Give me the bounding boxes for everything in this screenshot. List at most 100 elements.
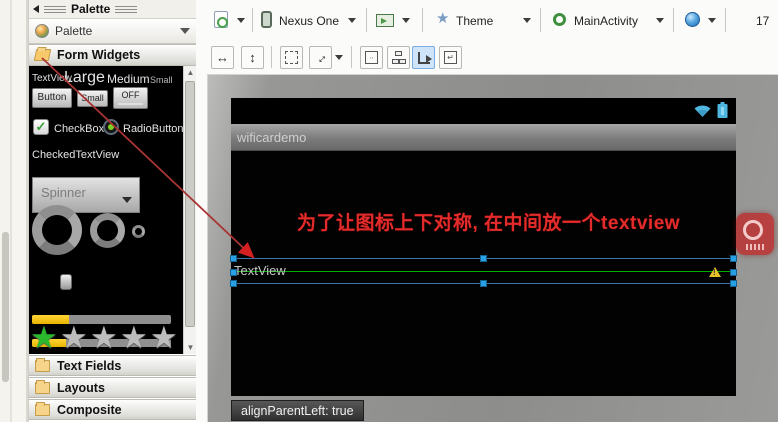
- resize-handle[interactable]: [480, 280, 487, 287]
- palette-tab-title: Palette: [71, 2, 111, 16]
- warning-icon: [709, 267, 721, 277]
- textview-selection[interactable]: TextView: [230, 255, 737, 287]
- ratingbar-star[interactable]: ★: [150, 322, 178, 353]
- activity-icon: [553, 13, 566, 26]
- widget-checkbox-label[interactable]: CheckBox: [54, 123, 104, 135]
- tab-decor-lines: [44, 5, 66, 13]
- ratingbar-star[interactable]: ★: [120, 322, 148, 353]
- ratingbar-star[interactable]: ★: [90, 322, 118, 353]
- android-robot-icon: [737, 11, 750, 26]
- device-dropdown-icon[interactable]: [348, 18, 356, 23]
- widget-medium-text[interactable]: Medium: [107, 72, 150, 86]
- outline-toggle-button[interactable]: [280, 46, 303, 69]
- tooltip-text: alignParentLeft: true: [241, 403, 354, 418]
- battery-icon: [717, 102, 728, 118]
- widget-button[interactable]: Button: [32, 88, 72, 108]
- config-icon: [214, 11, 228, 28]
- section-label: Text Fields: [57, 358, 122, 373]
- section-text-fields[interactable]: Text Fields: [29, 355, 196, 376]
- widget-progressbar-large[interactable]: [32, 205, 82, 255]
- section-label: Layouts: [57, 380, 105, 395]
- orientation-dropdown-icon[interactable]: [402, 18, 410, 23]
- open-folder-icon: [33, 49, 52, 61]
- folder-icon: [35, 357, 50, 372]
- android-version-button[interactable]: [737, 11, 750, 26]
- section-composite[interactable]: Composite: [29, 399, 196, 420]
- collapsed-view-strip[interactable]: [0, 0, 28, 422]
- device-selector[interactable]: Nexus One: [279, 14, 339, 28]
- scroll-up-icon[interactable]: ▲: [184, 66, 196, 79]
- widget-checkbox-icon[interactable]: ✓: [33, 119, 49, 135]
- adt-graphical-layout-editor: Palette Palette Form Widgets TextView La…: [0, 0, 778, 422]
- activity-dropdown-icon[interactable]: [656, 18, 664, 23]
- resize-handle[interactable]: [230, 280, 237, 287]
- fill-height-button[interactable]: ↕: [241, 46, 264, 69]
- strip-grab-handle[interactable]: [2, 232, 9, 382]
- locale-button[interactable]: [685, 12, 700, 27]
- toggle-indicator: [118, 103, 143, 105]
- api-level: 17: [756, 14, 770, 28]
- palette-icon: [35, 24, 49, 38]
- palette-view-row[interactable]: Palette: [29, 18, 196, 44]
- layout-editor-area: Nexus One ★ Theme MainActivity 17 ↔ ↕ ↔ …: [196, 0, 778, 422]
- palette-tab-header[interactable]: Palette: [29, 0, 196, 18]
- include-layout-button[interactable]: ↵: [439, 46, 462, 69]
- ratingbar-star-on[interactable]: ★: [30, 322, 58, 353]
- widget-progressbar-medium[interactable]: [90, 213, 125, 248]
- config-chooser-button[interactable]: [214, 11, 228, 28]
- scroll-down-icon[interactable]: ▼: [184, 341, 196, 354]
- palette-view-title: Palette: [55, 24, 93, 38]
- collapse-left-icon[interactable]: [33, 5, 39, 13]
- view-menu-icon[interactable]: [180, 28, 190, 34]
- activity-selector[interactable]: MainActivity: [574, 14, 638, 28]
- resize-handle[interactable]: [480, 255, 487, 262]
- expand-dropdown-icon[interactable]: [335, 55, 343, 60]
- section-layouts[interactable]: Layouts: [29, 377, 196, 398]
- widget-progressbar-small[interactable]: [132, 225, 145, 238]
- device-icon: [261, 11, 272, 28]
- canvas-toolbar: ↔ ↕ ↔ ∙∙ ↵: [196, 41, 778, 74]
- show-margins-button[interactable]: ∙∙: [360, 46, 383, 69]
- section-label: Form Widgets: [57, 48, 141, 62]
- resize-handle[interactable]: [230, 269, 237, 276]
- palette-panel: Palette Palette Form Widgets TextView La…: [28, 0, 196, 422]
- property-tooltip: alignParentLeft: true: [231, 400, 364, 421]
- widget-radiobutton-label[interactable]: RadioButton: [123, 123, 184, 135]
- config-dropdown-icon[interactable]: [237, 18, 245, 23]
- ratingbar-star[interactable]: ★: [60, 322, 88, 353]
- widget-toggle-button[interactable]: OFF: [113, 87, 148, 109]
- widget-large-text[interactable]: Large: [64, 69, 105, 87]
- design-canvas[interactable]: wificardemo 为了让图标上下对称, 在中间放一个textview Te…: [207, 74, 778, 422]
- fill-width-button[interactable]: ↔: [211, 46, 234, 69]
- orientation-button[interactable]: [376, 14, 394, 27]
- palette-scrollbar[interactable]: ▲ ▼: [183, 66, 196, 354]
- locale-dropdown-icon[interactable]: [708, 18, 716, 23]
- resize-handle[interactable]: [230, 255, 237, 262]
- theme-icon: ★: [436, 10, 450, 27]
- app-title-bar: wificardemo: [231, 124, 736, 151]
- widget-small-text[interactable]: Small: [150, 75, 173, 85]
- show-structure-button[interactable]: [387, 46, 410, 69]
- app-title: wificardemo: [237, 129, 307, 145]
- annotation-text: 为了让图标上下对称, 在中间放一个textview: [297, 213, 681, 234]
- device-screen[interactable]: wificardemo 为了让图标上下对称, 在中间放一个textview Te…: [230, 98, 737, 396]
- theme-dropdown-icon[interactable]: [523, 18, 531, 23]
- wifi-icon: [694, 105, 711, 117]
- section-label: Composite: [57, 402, 122, 417]
- widget-checkedtextview[interactable]: CheckedTextView: [32, 149, 119, 161]
- seekbar-thumb[interactable]: [60, 274, 72, 290]
- resize-handle[interactable]: [730, 280, 737, 287]
- scroll-thumb[interactable]: [185, 81, 195, 327]
- textview-label: TextView: [234, 263, 286, 278]
- section-form-widgets[interactable]: Form Widgets: [29, 44, 196, 66]
- form-widgets-content: TextView Large Medium Small Button Small…: [29, 66, 196, 354]
- widget-small-button[interactable]: Small: [77, 90, 108, 107]
- theme-selector[interactable]: Theme: [456, 14, 493, 28]
- resize-handle[interactable]: [730, 255, 737, 262]
- resize-handle[interactable]: [730, 269, 737, 276]
- expand-canvas-button[interactable]: ↔: [309, 46, 332, 69]
- widget-radiobutton-icon[interactable]: [103, 119, 119, 135]
- status-bar: [231, 98, 736, 124]
- snap-to-grid-button[interactable]: [412, 46, 435, 69]
- tab-decor-lines: [115, 5, 138, 13]
